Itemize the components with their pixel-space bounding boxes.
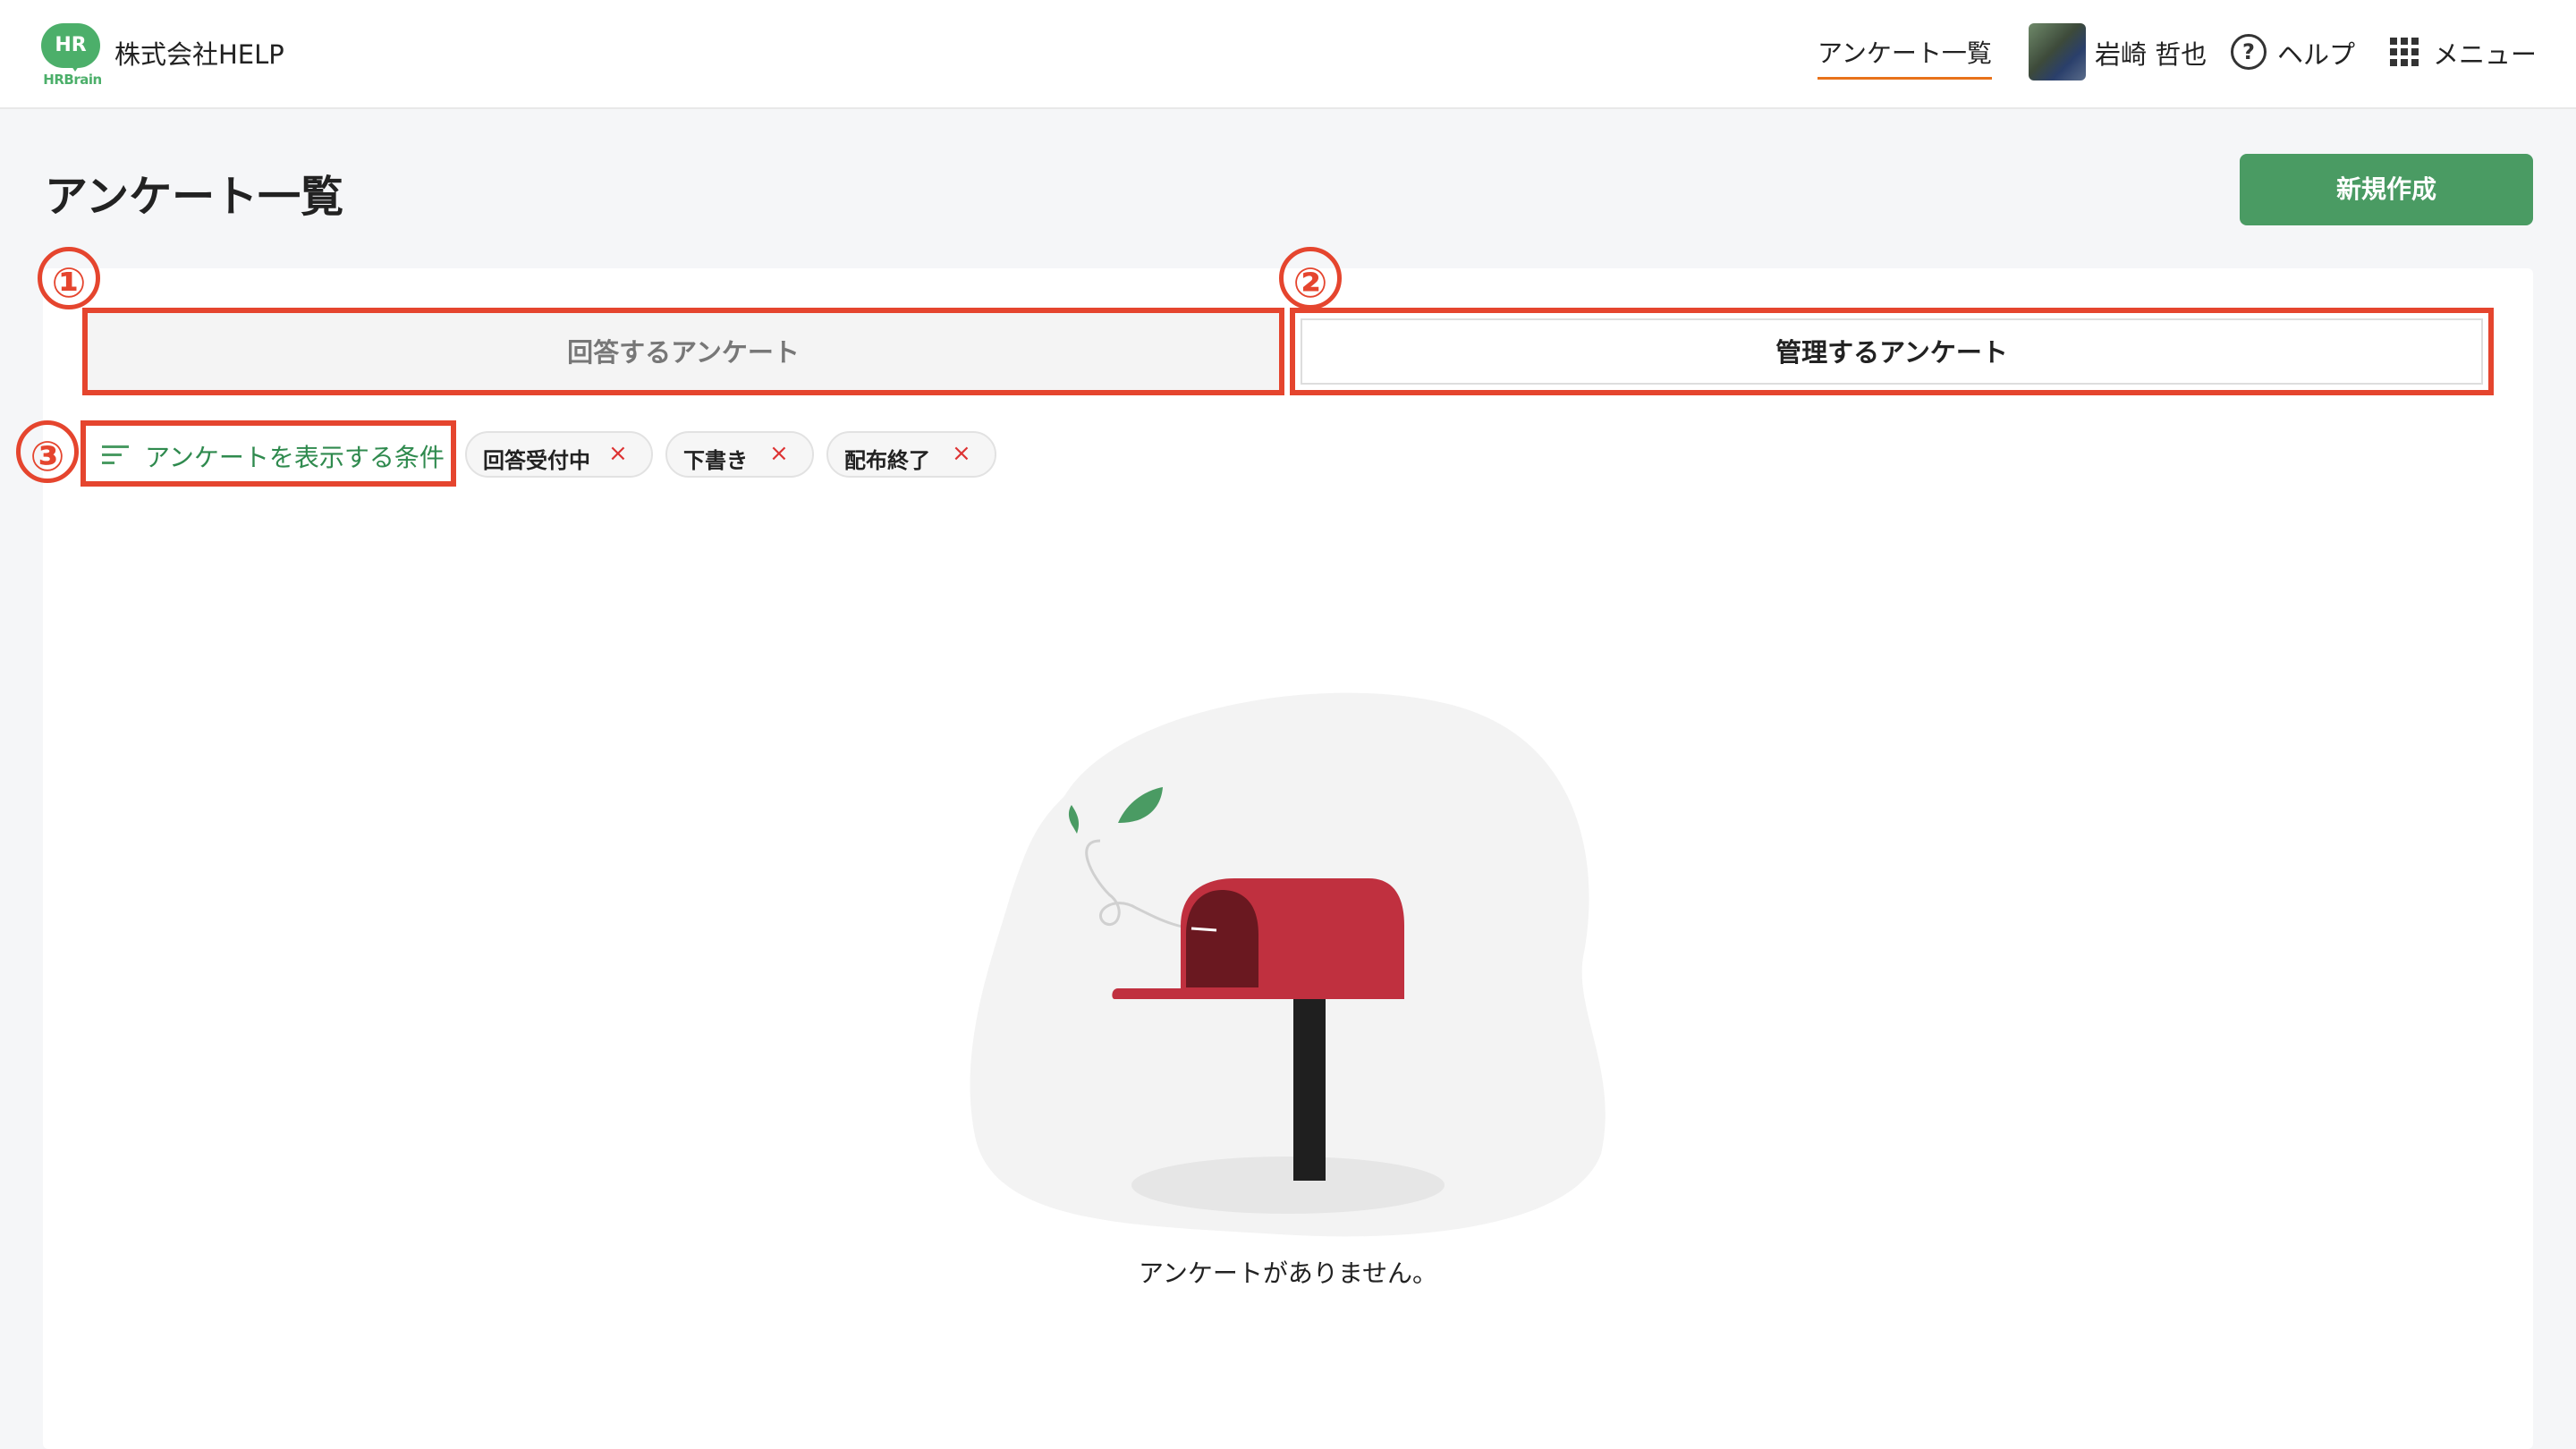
tab-manage-surveys[interactable]: 管理するアンケート	[1290, 308, 2494, 395]
annotation-1: ①	[38, 247, 100, 309]
annotation-3: ③	[16, 420, 79, 483]
mailbox-opening	[1186, 890, 1258, 999]
nav-survey-list[interactable]: アンケート一覧	[1818, 34, 1992, 80]
empty-state-message: アンケートがありません。	[1138, 1258, 1438, 1288]
filter-icon	[102, 445, 129, 465]
chip-label: 配布終了	[844, 448, 930, 473]
chip-accepting: 回答受付中 ×	[465, 431, 653, 478]
annotation-2: ②	[1279, 247, 1342, 309]
remove-chip-icon[interactable]: ×	[769, 440, 789, 467]
tab-manage-label: 管理するアンケート	[1775, 337, 2008, 368]
user-avatar[interactable]	[2029, 23, 2086, 80]
menu-link[interactable]: メニュー	[2433, 34, 2537, 72]
remove-chip-icon[interactable]: ×	[952, 440, 971, 467]
chip-draft: 下書き ×	[665, 431, 814, 478]
hrbrain-logo[interactable]: HR HRBrain	[41, 23, 104, 88]
filter-conditions-button[interactable]: アンケートを表示する条件	[80, 420, 456, 487]
company-name: 株式会社HELP	[114, 39, 284, 70]
logo-bubble-tail	[68, 61, 82, 72]
filter-label: アンケートを表示する条件	[145, 443, 445, 472]
logo-wordmark: HRBrain	[43, 72, 102, 88]
ground-shadow	[1131, 1157, 1445, 1214]
mailbox-door	[1112, 988, 1181, 999]
help-link[interactable]: ヘルプ	[2277, 34, 2355, 72]
chip-closed: 配布終了 ×	[826, 431, 996, 478]
mailbox-post	[1293, 993, 1326, 1181]
user-name[interactable]: 岩崎 哲也	[2095, 34, 2207, 72]
tab-answer-surveys[interactable]: 回答するアンケート	[82, 308, 1284, 395]
help-icon[interactable]: ?	[2231, 34, 2267, 70]
grid-menu-icon[interactable]	[2390, 38, 2419, 66]
page-title: アンケート一覧	[45, 172, 344, 222]
remove-chip-icon[interactable]: ×	[608, 440, 628, 467]
top-header: HR HRBrain 株式会社HELP アンケート一覧 岩崎 哲也 ? ヘルプ …	[0, 0, 2576, 109]
new-survey-button[interactable]: 新規作成	[2240, 154, 2533, 225]
chip-label: 回答受付中	[483, 448, 590, 473]
mailbox-highlight	[1191, 927, 1217, 932]
empty-mailbox-illustration	[970, 692, 1606, 1237]
chip-label: 下書き	[683, 448, 748, 473]
